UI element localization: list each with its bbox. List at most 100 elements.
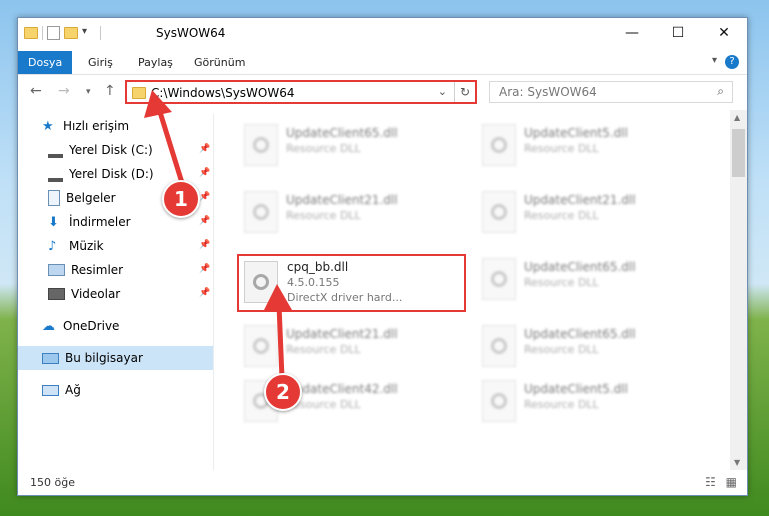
file-version: 4.5.0.155 xyxy=(287,276,340,289)
minimize-button[interactable]: — xyxy=(609,18,655,48)
sidebar-item-music[interactable]: ♪ Müzik xyxy=(48,234,104,258)
large-icons-view-icon[interactable]: ▦ xyxy=(726,475,737,489)
recent-locations-icon[interactable]: ▾ xyxy=(86,87,91,97)
tab-view[interactable]: Görünüm xyxy=(194,51,245,74)
file-name: UpdateClient21.dll xyxy=(286,193,398,207)
properties-icon[interactable] xyxy=(47,26,60,40)
file-tile[interactable]: UpdateClient65.dll Resource DLL xyxy=(476,321,706,377)
sidebar-item-pictures[interactable]: Resimler xyxy=(48,258,123,282)
file-view: UpdateClient65.dll Resource DLL UpdateCl… xyxy=(214,110,730,470)
file-name: UpdateClient21.dll xyxy=(286,327,398,341)
toolbar-separator xyxy=(100,26,101,40)
file-tile[interactable]: UpdateClient5.dll Resource DLL xyxy=(476,376,706,432)
tab-file[interactable]: Dosya xyxy=(18,51,73,74)
file-tile[interactable]: UpdateClient21.dll Resource DLL xyxy=(238,321,468,377)
file-description: Resource DLL xyxy=(524,142,599,155)
tab-share[interactable]: Paylaş xyxy=(138,51,173,74)
file-description: Resource DLL xyxy=(524,276,599,289)
folder-icon xyxy=(132,87,146,99)
file-description: DirectX driver hard... xyxy=(287,291,403,304)
drive-icon xyxy=(48,172,63,182)
sidebar-item-label: Resimler xyxy=(71,263,124,277)
pin-icon[interactable]: 📌 xyxy=(199,264,210,274)
pin-icon[interactable]: 📌 xyxy=(199,240,210,250)
dll-file-icon xyxy=(244,191,278,233)
sidebar-item-local-disk-d[interactable]: Yerel Disk (D:) xyxy=(48,162,154,186)
documents-icon xyxy=(48,190,60,206)
file-description: Resource DLL xyxy=(524,398,599,411)
file-tile[interactable]: UpdateClient21.dll Resource DLL xyxy=(476,187,706,243)
file-description: Resource DLL xyxy=(524,209,599,222)
address-path[interactable]: C:\Windows\SysWOW64 xyxy=(151,86,295,100)
chevron-down-icon[interactable]: ⌄ xyxy=(438,85,447,98)
file-name: cpq_bb.dll xyxy=(287,260,349,274)
refresh-icon[interactable]: ↻ xyxy=(454,82,475,102)
sidebar-item-documents[interactable]: Belgeler xyxy=(48,186,116,210)
sidebar-item-label: Müzik xyxy=(69,239,104,253)
dll-file-icon xyxy=(244,325,278,367)
help-button[interactable]: ? xyxy=(725,55,739,69)
sidebar-item-label: Yerel Disk (D:) xyxy=(69,167,154,181)
music-icon: ♪ xyxy=(48,239,57,254)
search-icon[interactable]: ⌕ xyxy=(717,84,724,99)
step-badge-1: 1 xyxy=(162,180,200,218)
sidebar-item-local-disk-c[interactable]: Yerel Disk (C:) xyxy=(48,138,153,162)
file-tile[interactable]: UpdateClient65.dll Resource DLL xyxy=(476,254,706,310)
pictures-icon xyxy=(48,264,65,276)
explorer-window: ▾ SysWOW64 — ☐ ✕ Dosya Giriş Paylaş Görü… xyxy=(17,17,748,496)
quick-access-toolbar: ▾ xyxy=(24,26,101,40)
sidebar-item-this-pc[interactable]: Bu bilgisayar xyxy=(18,346,213,370)
scrollbar-thumb[interactable] xyxy=(732,129,745,177)
dll-file-icon xyxy=(482,380,516,422)
pin-icon[interactable]: 📌 xyxy=(199,168,210,178)
pin-icon[interactable]: 📌 xyxy=(199,144,210,154)
dll-file-icon xyxy=(482,124,516,166)
sidebar-item-network[interactable]: Ağ xyxy=(42,378,81,402)
search-box[interactable]: Ara: SysWOW64 ⌕ xyxy=(489,81,733,103)
pin-icon[interactable]: 📌 xyxy=(199,192,210,202)
file-description: Resource DLL xyxy=(286,209,361,222)
computer-icon xyxy=(42,352,59,364)
sidebar-item-videos[interactable]: Videolar xyxy=(48,282,120,306)
network-icon xyxy=(42,384,59,396)
tab-home[interactable]: Giriş xyxy=(88,51,113,74)
dll-file-icon xyxy=(244,124,278,166)
maximize-button[interactable]: ☐ xyxy=(655,18,701,48)
back-arrow-icon[interactable]: ← xyxy=(30,83,42,99)
file-name: UpdateClient21.dll xyxy=(524,193,636,207)
file-name: UpdateClient65.dll xyxy=(524,327,636,341)
close-button[interactable]: ✕ xyxy=(701,18,747,48)
pin-icon[interactable]: 📌 xyxy=(199,288,210,298)
details-view-icon[interactable]: ☷ xyxy=(705,475,716,489)
expand-ribbon-icon[interactable]: ▾ xyxy=(712,55,717,66)
ribbon-tabs: Dosya Giriş Paylaş Görünüm ▾ ? xyxy=(18,51,747,75)
scroll-up-icon[interactable]: ▲ xyxy=(734,113,740,122)
file-tile[interactable]: UpdateClient5.dll Resource DLL xyxy=(476,120,706,176)
sidebar-item-downloads[interactable]: ⬇ İndirmeler xyxy=(48,210,131,234)
file-description: Resource DLL xyxy=(524,343,599,356)
up-arrow-icon[interactable]: ↑ xyxy=(104,83,116,99)
address-bar[interactable]: C:\Windows\SysWOW64 ⌄ ↻ xyxy=(125,80,477,104)
search-placeholder[interactable]: Ara: SysWOW64 xyxy=(499,85,597,99)
file-tile[interactable]: UpdateClient21.dll Resource DLL xyxy=(238,187,468,243)
folder-icon xyxy=(24,27,38,39)
sidebar-item-onedrive[interactable]: ☁ OneDrive xyxy=(42,314,119,338)
step-badge-2: 2 xyxy=(264,373,302,411)
download-icon: ⬇ xyxy=(48,215,59,230)
file-name: UpdateClient5.dll xyxy=(524,126,628,140)
sidebar-item-label: Belgeler xyxy=(66,191,116,205)
dll-file-icon xyxy=(482,258,516,300)
scroll-down-icon[interactable]: ▼ xyxy=(734,458,740,467)
sidebar-item-quick-access[interactable]: ★ Hızlı erişim xyxy=(42,114,129,138)
navigation-pane: ★ Hızlı erişim Yerel Disk (C:) 📌 Yerel D… xyxy=(18,114,214,470)
new-folder-icon[interactable] xyxy=(64,27,78,39)
file-tile[interactable]: UpdateClient65.dll Resource DLL xyxy=(238,120,468,176)
vertical-scrollbar[interactable]: ▲ ▼ xyxy=(730,110,747,470)
title-bar: ▾ SysWOW64 — ☐ ✕ xyxy=(18,18,747,51)
customize-toolbar-icon[interactable]: ▾ xyxy=(82,26,96,40)
forward-arrow-icon[interactable]: → xyxy=(58,83,70,99)
file-tile-highlighted[interactable]: cpq_bb.dll 4.5.0.155 DirectX driver hard… xyxy=(237,254,466,312)
file-name: UpdateClient5.dll xyxy=(524,382,628,396)
sidebar-item-label: OneDrive xyxy=(63,319,120,333)
pin-icon[interactable]: 📌 xyxy=(199,216,210,226)
